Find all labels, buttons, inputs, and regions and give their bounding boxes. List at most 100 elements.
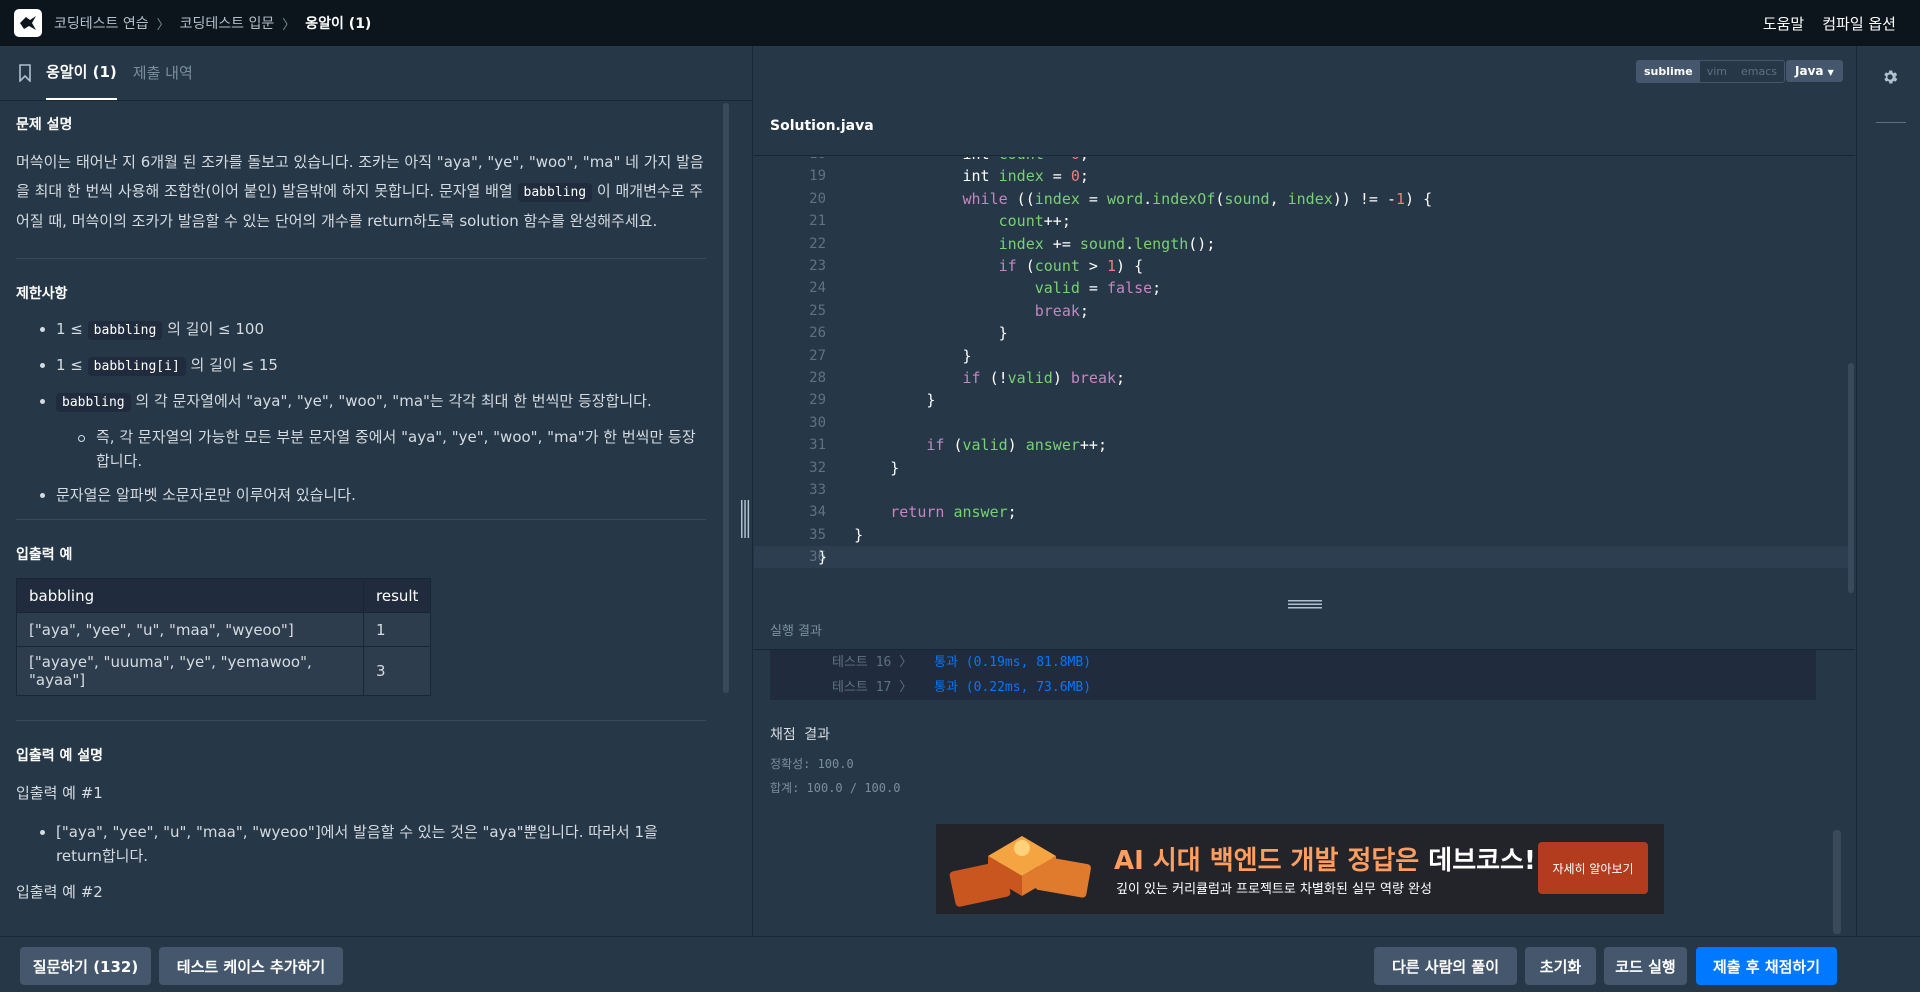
line-number: 26 (809, 325, 826, 342)
table-cell: 3 (362, 646, 432, 696)
table-header: result (362, 578, 432, 613)
code-line: 25 break; (754, 300, 1850, 322)
constraint-item: 문자열은 알파벳 소문자로만 이루어져 있습니다. (16, 483, 706, 507)
language-label: Java (1795, 64, 1824, 78)
ask-question-button[interactable]: 질문하기 (132) (20, 947, 151, 985)
code-text: if (valid) answer++; (926, 436, 1107, 455)
drag-handle-icon[interactable] (1288, 600, 1322, 610)
code-text: return answer; (890, 503, 1017, 522)
section-divider (16, 258, 706, 259)
table-cell: ["aya", "yee", "u", "maa", "wyeoo"] (16, 612, 364, 647)
ad-title: AI 시대 백엔드 개발 정답은 데브코스! (1114, 840, 1536, 877)
others-solutions-button[interactable]: 다른 사람의 풀이 (1374, 947, 1517, 985)
line-number: 28 (809, 370, 826, 386)
devcourse-ad-banner[interactable]: AI 시대 백엔드 개발 정답은 데브코스! 깊이 있는 커리큘럼과 프로젝트로… (936, 824, 1664, 914)
bookmark-icon[interactable] (18, 64, 32, 82)
add-test-case-button[interactable]: 테스트 케이스 추가하기 (159, 947, 343, 985)
constraint-item: 1 ≤ babbling 의 길이 ≤ 100 (16, 317, 706, 343)
code-line: 32 } (754, 457, 1850, 479)
top-right-links: 도움말 컴파일 옵션 (1763, 0, 1896, 46)
submit-button[interactable]: 제출 후 채점하기 (1696, 947, 1837, 985)
chevron-right-icon: 〉 (899, 680, 913, 695)
settings-sidebar (1856, 46, 1920, 936)
constraint-subitem: 즉, 각 문자열의 가능한 모든 부분 문자열 중에서 "aya", "ye",… (16, 425, 706, 473)
table-row: ["ayaye", "uuuma", "ye", "yemawoo", "aya… (16, 646, 432, 696)
test-results-list: 테스트 16 〉 통과 (0.19ms, 81.8MB) 테스트 17 〉 통과… (770, 650, 1816, 700)
code-text: count++; (998, 212, 1071, 231)
line-number: 31 (809, 437, 826, 454)
breadcrumb-item[interactable]: 코딩테스트 입문 〉 (180, 13, 306, 33)
code-scrollbar[interactable] (1848, 363, 1854, 593)
problem-scrollbar[interactable] (723, 103, 729, 693)
ad-title-rest: 데브코스! (1419, 846, 1536, 876)
problem-heading: 문제 설명 (16, 117, 73, 133)
gear-icon[interactable] (1881, 68, 1899, 86)
line-number: 35 (809, 526, 826, 543)
io-table: babbling result ["aya", "yee", "u", "maa… (16, 578, 432, 696)
language-dropdown[interactable]: Java ▼ (1786, 60, 1843, 82)
io-example-label: 입출력 예 #1 (16, 784, 103, 802)
keymap-selector: sublime vim emacs (1636, 60, 1786, 83)
section-divider (16, 519, 706, 520)
breadcrumb-label: 코딩테스트 입문 (179, 16, 275, 32)
tab-problem[interactable]: 옹알이 (1) (46, 45, 117, 100)
line-number: 30 (809, 414, 826, 431)
breadcrumb-item[interactable]: 코딩테스트 연습 〉 (54, 13, 180, 33)
problem-statement: 머쓱이는 태어난 지 6개월 된 조카를 돌보고 있습니다. 조카는 아직 "a… (16, 148, 706, 236)
io-example-label: 입출력 예 #2 (16, 883, 103, 901)
code-text: index += sound.length(); (998, 234, 1216, 253)
table-header: babbling (16, 578, 364, 613)
panel-resize-handle-icon[interactable] (740, 500, 750, 538)
accuracy-score: 정확성: 100.0 (770, 757, 854, 771)
results-scrollbar[interactable] (1833, 830, 1841, 934)
constraint-text: 1 ≤ (56, 356, 83, 374)
ad-title-highlight: AI 시대 백엔드 개발 정답은 (1114, 846, 1420, 876)
ad-subtitle: 깊이 있는 커리큘럼과 프로젝트로 차별화된 실무 역량 완성 (1116, 882, 1432, 897)
code-line: 23 if (count > 1) { (754, 255, 1850, 277)
test-name: 테스트 17 (832, 680, 892, 695)
ad-learn-more-button[interactable]: 자세히 알아보기 (1538, 842, 1648, 894)
test-pass-status: 통과 (0.19ms, 81.8MB) (934, 655, 1092, 670)
tab-submissions[interactable]: 제출 내역 (133, 45, 193, 100)
breadcrumb-current: 옹알이 (1) (305, 16, 372, 32)
code-text: if (!valid) break; (962, 369, 1126, 387)
programmers-logo-icon[interactable] (14, 9, 42, 37)
keymap-emacs[interactable]: emacs (1734, 61, 1784, 82)
line-number: 23 (809, 258, 826, 274)
code-text: } (818, 346, 972, 365)
editor-filename: Solution.java (770, 118, 874, 134)
breadcrumb-separator-icon: 〉 (156, 17, 170, 33)
line-number: 18 (754, 157, 826, 165)
app-root: 코딩테스트 연습 〉 코딩테스트 입문 〉 옹알이 (1) 도움말 컴파일 옵션 옹… (0, 0, 1920, 992)
line-number: 32 (809, 459, 826, 476)
bottom-action-bar: 질문하기 (132) 테스트 케이스 추가하기 다른 사람의 풀이 초기화 코드… (0, 936, 1920, 992)
io-example-list: ["aya", "yee", "u", "maa", "wyeoo"]에서 발음… (16, 820, 706, 868)
code-line: 27 } (754, 345, 1850, 367)
code-line: 36} (754, 546, 1850, 569)
editor-header: sublime vim emacs Java ▼ Solution.java (754, 46, 1855, 156)
table-cell: 1 (362, 612, 432, 647)
test-pass-status: 통과 (0.22ms, 73.6MB) (934, 680, 1092, 695)
help-link[interactable]: 도움말 (1763, 13, 1804, 34)
caret-down-icon: ▼ (1827, 68, 1834, 77)
ad-illustration-icon (949, 836, 1091, 907)
problem-description: 문제 설명 머쓱이는 태어난 지 6개월 된 조카를 돌보고 있습니다. 조카는… (16, 114, 706, 934)
reset-button[interactable]: 초기화 (1525, 947, 1596, 985)
keymap-vim[interactable]: vim (1700, 61, 1734, 82)
code-line: 34 return answer; (754, 501, 1850, 523)
code-text: valid = false; (1034, 279, 1162, 298)
run-code-button[interactable]: 코드 실행 (1604, 947, 1687, 985)
compile-options-link[interactable]: 컴파일 옵션 (1822, 13, 1896, 34)
code-line: 30 (754, 412, 1850, 434)
line-number: 27 (809, 347, 826, 364)
code-line: 35 } (754, 524, 1850, 546)
constraint-item: babbling 의 각 문자열에서 "aya", "ye", "woo", "… (16, 389, 706, 415)
chevron-right-icon: 〉 (899, 655, 913, 670)
code-editor[interactable]: 18 int count = 0;19 int index = 0;20 whi… (754, 157, 1855, 593)
problem-panel: 옹알이 (1) 제출 내역 문제 설명 머쓱이는 태어난 지 6개월 된 조카를… (0, 46, 753, 936)
keymap-sublime[interactable]: sublime (1637, 61, 1700, 82)
io-example-item: ["aya", "yee", "u", "maa", "wyeoo"]에서 발음… (16, 820, 706, 868)
constraints-heading: 제한사항 (16, 286, 68, 302)
io-desc-heading: 입출력 예 설명 (16, 748, 104, 764)
sidebar-divider (1876, 122, 1906, 123)
